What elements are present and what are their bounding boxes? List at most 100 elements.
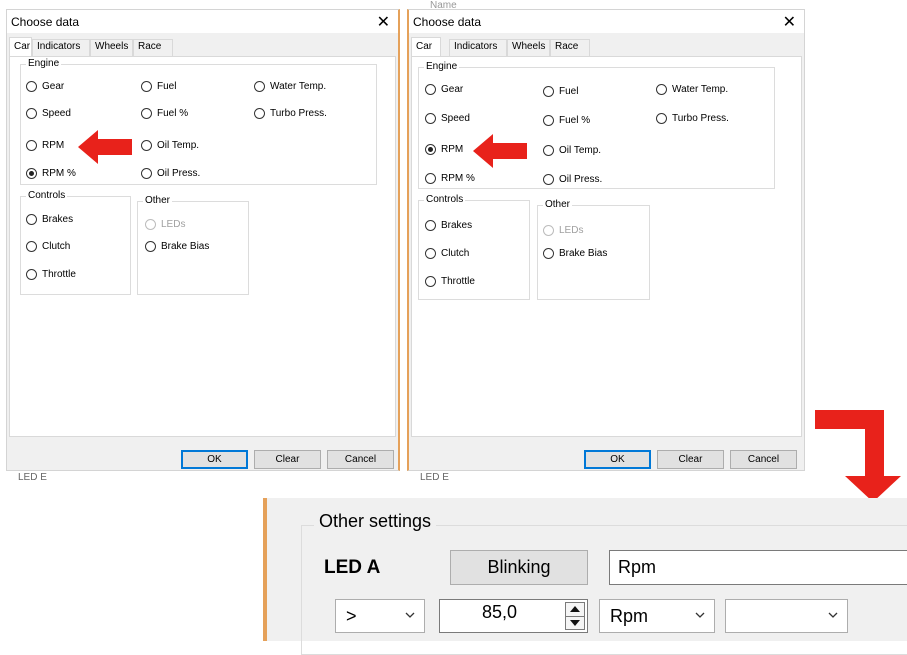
other-group: Other LEDs Brake Bias [137,195,249,295]
radio-oil-press[interactable]: Oil Press. [543,172,602,186]
radio-oil-temp[interactable]: Oil Temp. [141,138,199,152]
radio-label: Speed [42,107,71,119]
radio-clutch[interactable]: Clutch [425,246,469,260]
operator-dropdown[interactable]: > [335,599,425,633]
controls-group-label: Controls [424,194,466,206]
ok-button[interactable]: OK [584,450,651,469]
other-settings-panel: Other settings LED A Blinking Rpm > 85,0… [263,498,907,655]
extra-dropdown[interactable] [725,599,848,633]
radio-label: Brakes [42,213,74,225]
radio-circle-icon [425,172,436,184]
radio-circle-icon [543,173,554,185]
blinking-button[interactable]: Blinking [450,550,588,585]
radio-oil-temp[interactable]: Oil Temp. [543,143,601,157]
spinner-icon[interactable] [565,602,585,630]
dialog-title: Choose data [413,15,482,29]
controls-group-label: Controls [26,190,68,202]
radio-circle-icon [26,107,37,119]
radio-rpm-percent[interactable]: RPM % [425,171,475,185]
radio-turbo-press[interactable]: Turbo Press. [254,106,327,120]
radio-circle-icon [141,167,152,179]
tab-race[interactable]: Race [550,39,590,56]
radio-label: RPM % [441,172,475,184]
radio-leds: LEDs [145,217,185,231]
radio-circle-icon [543,114,554,126]
tab-wheels[interactable]: Wheels [90,39,133,56]
radio-circle-icon [543,224,554,236]
radio-rpm[interactable]: RPM [26,138,64,152]
radio-label: Oil Temp. [157,139,200,151]
radio-circle-icon [543,144,554,156]
radio-fuel[interactable]: Fuel [543,84,578,98]
radio-circle-icon [425,247,436,259]
tab-indicators[interactable]: Indicators [32,39,90,56]
background-led-e-label-2: LED E [420,472,449,483]
radio-brake-bias[interactable]: Brake Bias [543,246,607,260]
radio-circle-icon [425,83,436,95]
radio-circle-icon [141,80,152,92]
clear-button[interactable]: Clear [657,450,724,469]
radio-circle-icon [141,139,152,151]
radio-fuel-percent[interactable]: Fuel % [141,106,188,120]
other-settings-title: Other settings [314,511,437,532]
radio-clutch[interactable]: Clutch [26,239,70,253]
other-group-label: Other [143,195,173,207]
spinner-down-icon[interactable] [570,620,580,626]
tab-race[interactable]: Race [133,39,173,56]
radio-label: Fuel % [559,114,591,126]
car-tab-panel: Engine Gear Speed RPM RPM % Fuel Fuel % … [9,56,396,437]
radio-speed[interactable]: Speed [26,106,71,120]
red-arrow-icon [473,134,527,168]
radio-brake-bias[interactable]: Brake Bias [145,239,209,253]
radio-turbo-press[interactable]: Turbo Press. [656,111,729,125]
chevron-down-icon [695,612,705,618]
radio-speed[interactable]: Speed [425,111,470,125]
radio-brakes[interactable]: Brakes [425,218,472,232]
radio-label: Oil Press. [559,173,603,185]
clear-button[interactable]: Clear [254,450,321,469]
radio-rpm[interactable]: RPM [425,142,463,156]
radio-gear[interactable]: Gear [425,82,463,96]
radio-circle-icon [543,85,554,97]
radio-leds: LEDs [543,223,583,237]
radio-water-temp[interactable]: Water Temp. [254,79,326,93]
radio-water-temp[interactable]: Water Temp. [656,82,728,96]
radio-brakes[interactable]: Brakes [26,212,73,226]
tab-car[interactable]: Car [411,37,441,57]
tab-indicators[interactable]: Indicators [449,39,507,56]
radio-label: Water Temp. [270,80,327,92]
radio-throttle[interactable]: Throttle [26,267,76,281]
cancel-button[interactable]: Cancel [730,450,797,469]
cancel-button[interactable]: Cancel [327,450,394,469]
engine-group-label: Engine [424,61,460,73]
radio-rpm-percent[interactable]: RPM % [26,166,76,180]
close-icon[interactable]: ✕ [377,12,390,32]
spinner-up-icon[interactable] [570,606,580,612]
other-group-label: Other [543,199,573,211]
radio-circle-icon [145,218,156,230]
dialog-titlebar: Choose data ✕ [409,10,804,33]
radio-label: Throttle [441,275,475,287]
radio-throttle[interactable]: Throttle [425,274,475,288]
radio-label: Speed [441,112,470,124]
led-data-field[interactable]: Rpm [609,550,907,585]
radio-gear[interactable]: Gear [26,79,64,93]
radio-label: Oil Temp. [559,144,602,156]
radio-circle-icon [145,240,156,252]
radio-oil-press[interactable]: Oil Press. [141,166,200,180]
tab-wheels[interactable]: Wheels [507,39,550,56]
unit-dropdown[interactable]: Rpm [599,599,715,633]
threshold-value: 85,0 [482,602,518,622]
radio-label: LEDs [161,218,186,230]
radio-label: Turbo Press. [270,107,327,119]
radio-label: Brakes [441,219,473,231]
tab-car[interactable]: Car [9,37,32,57]
radio-circle-icon [26,268,37,280]
radio-circle-icon [425,143,436,155]
radio-fuel[interactable]: Fuel [141,79,176,93]
close-icon[interactable]: ✕ [783,12,796,32]
controls-group: Controls Brakes Clutch Throttle [418,194,530,300]
ok-button[interactable]: OK [181,450,248,469]
radio-fuel-percent[interactable]: Fuel % [543,113,590,127]
threshold-stepper[interactable]: 85,0 [439,599,588,633]
